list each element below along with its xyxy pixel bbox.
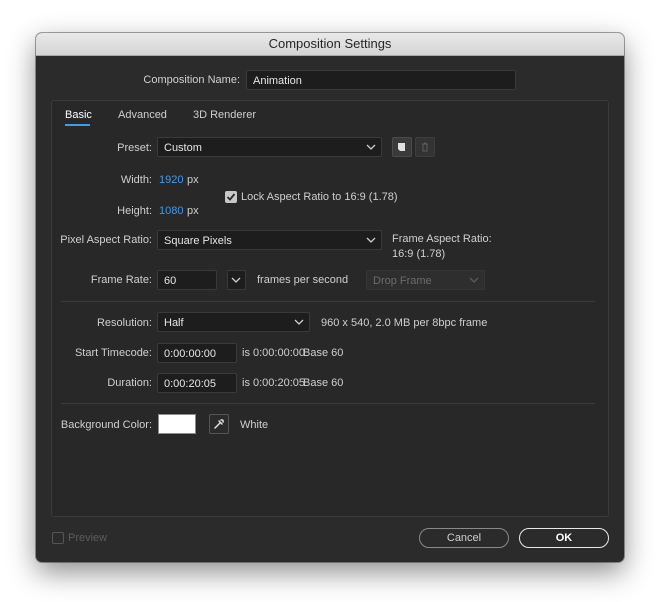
resolution-dropdown[interactable]: Half [157,312,310,332]
start-timecode-info: is 0:00:00:00 [242,347,305,359]
start-timecode-label: Start Timecode: [74,347,152,359]
save-preset-button[interactable] [392,137,412,157]
preset-label: Preset: [117,142,152,154]
section-divider [61,301,595,302]
start-timecode-input[interactable]: 0:00:00:00 [157,343,237,363]
eyedropper-button[interactable] [209,414,229,434]
frame-rate-unit: frames per second [257,274,349,286]
trash-icon [422,142,428,152]
duration-input[interactable]: 0:00:20:05 [157,373,237,393]
preview-label: Preview [68,532,108,544]
frame-rate-input[interactable]: 60 [157,270,217,290]
width-value[interactable]: 1920 [159,174,183,186]
background-color-name: White [240,419,269,431]
active-tab-indicator [65,124,90,126]
resolution-info: 960 x 540, 2.0 MB per 8bpc frame [321,317,488,329]
settings-panel [51,100,609,517]
composition-name-input[interactable]: Animation [246,70,516,90]
drop-frame-dropdown[interactable]: Drop Frame [366,270,485,290]
lock-aspect-label: Lock Aspect Ratio to 16:9 (1.78) [241,191,398,203]
tab-basic[interactable]: Basic [65,109,92,121]
duration-label: Duration: [107,377,152,389]
tab-3d-renderer[interactable]: 3D Renderer [193,109,256,121]
pixel-aspect-value: Square Pixels [164,235,232,247]
section-divider [61,403,595,404]
frame-aspect-value: 16:9 (1.78) [392,248,446,260]
height-unit: px [187,205,199,217]
drop-frame-value: Drop Frame [373,275,432,287]
lock-aspect-checkbox[interactable] [225,191,237,203]
composition-name-label: Composition Name: [143,74,240,86]
duration-info: is 0:00:20:05 [242,377,305,389]
chevron-down-icon [366,144,376,150]
resolution-label: Resolution: [96,317,152,329]
height-label: Height: [117,205,152,217]
cancel-button[interactable]: Cancel [419,528,509,548]
save-preset-icon [398,143,405,151]
resolution-value: Half [164,317,184,329]
background-color-swatch[interactable] [158,414,196,434]
frame-rate-label: Frame Rate: [90,274,152,286]
preset-value: Custom [164,142,202,154]
tab-advanced[interactable]: Advanced [118,109,167,121]
height-value[interactable]: 1080 [159,205,183,217]
chevron-down-icon [294,319,304,325]
preset-dropdown[interactable]: Custom [157,137,382,157]
background-color-label: Background Color: [60,419,152,431]
dialog-title: Composition Settings [36,33,624,56]
width-unit: px [187,174,199,186]
chevron-down-icon [231,277,241,283]
width-label: Width: [120,174,152,186]
pixel-aspect-dropdown[interactable]: Square Pixels [157,230,382,250]
checkmark-icon [226,193,236,201]
chevron-down-icon [366,237,376,243]
ok-button[interactable]: OK [519,528,609,548]
chevron-down-icon [469,277,479,283]
eyedropper-icon [214,419,224,429]
start-timecode-base: Base 60 [303,347,344,359]
pixel-aspect-label: Pixel Aspect Ratio: [60,234,152,246]
delete-preset-button[interactable] [415,137,435,157]
frame-rate-dropdown[interactable] [227,270,246,290]
preview-checkbox[interactable] [52,532,64,544]
duration-base: Base 60 [303,377,344,389]
composition-settings-dialog: Composition Settings Composition Name: A… [36,33,624,562]
frame-aspect-label: Frame Aspect Ratio: [392,233,492,245]
